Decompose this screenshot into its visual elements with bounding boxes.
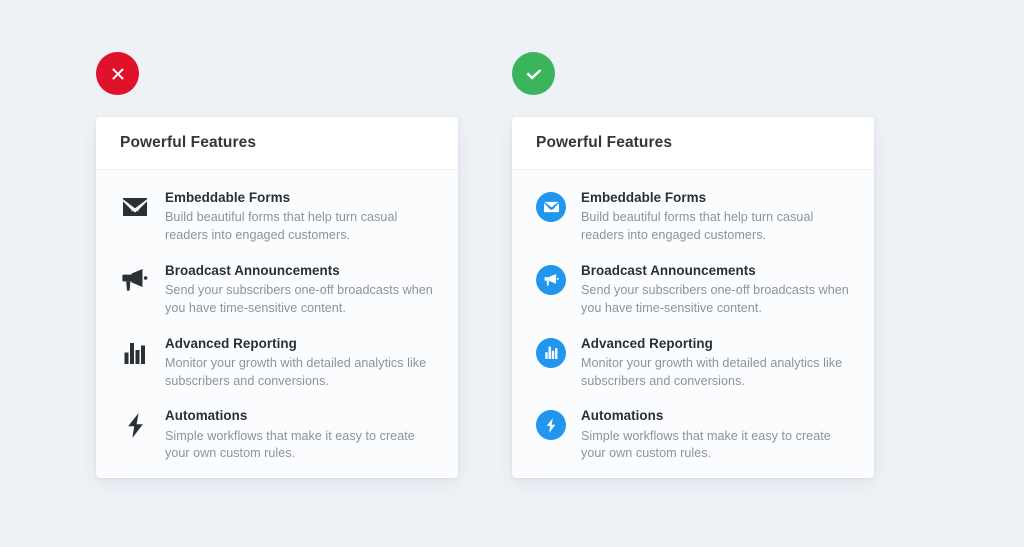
feature-item: Automations Simple workflows that make i…: [536, 408, 852, 463]
comparison-stage: Powerful Features Embeddable Forms Build…: [0, 0, 1024, 547]
feature-text: Embeddable Forms Build beautiful forms t…: [581, 190, 852, 245]
card-title: Powerful Features: [536, 134, 673, 151]
card-header: Powerful Features: [96, 117, 458, 170]
megaphone-icon: [536, 264, 566, 295]
feature-description: Build beautiful forms that help turn cas…: [581, 210, 814, 242]
megaphone-icon: [120, 265, 150, 295]
feature-title: Embeddable Forms: [581, 190, 707, 205]
feature-item: Automations Simple workflows that make i…: [120, 408, 436, 463]
feature-description: Monitor your growth with detailed analyt…: [165, 355, 427, 388]
feature-item: Advanced Reporting Monitor your growth w…: [120, 336, 436, 391]
feature-title: Advanced Reporting: [165, 335, 297, 351]
feature-description: Send your subscribers one-off broadcasts…: [581, 282, 849, 315]
feature-title: Automations: [581, 408, 664, 424]
feature-title: Broadcast Announcements: [165, 262, 340, 278]
feature-card-right: Powerful Features Embeddable Forms Build…: [512, 117, 874, 478]
feature-text: Advanced Reporting Monitor your growth w…: [165, 336, 436, 391]
feature-title: Advanced Reporting: [581, 335, 713, 351]
feature-item: Broadcast Announcements Send your subscr…: [536, 263, 852, 318]
feature-description: Simple workflows that make it easy to cr…: [165, 428, 415, 461]
feature-description: Simple workflows that make it easy to cr…: [581, 428, 831, 461]
feature-card-left: Powerful Features Embeddable Forms Build…: [96, 117, 458, 478]
lightning-bolt-icon: [120, 410, 150, 440]
feature-item: Advanced Reporting Monitor your growth w…: [536, 336, 852, 391]
feature-text: Automations Simple workflows that make i…: [581, 408, 852, 463]
feature-text: Automations Simple workflows that make i…: [165, 408, 436, 463]
lightning-bolt-icon: [536, 410, 566, 441]
feature-text: Advanced Reporting Monitor your growth w…: [581, 336, 852, 391]
card-title: Powerful Features: [120, 134, 257, 151]
card-body: Embeddable Forms Build beautiful forms t…: [96, 170, 458, 477]
feature-description: Build beautiful forms that help turn cas…: [165, 210, 398, 242]
bar-chart-icon: [120, 338, 150, 368]
bar-chart-icon: [536, 337, 566, 368]
panel-right: Powerful Features Embeddable Forms Build…: [512, 0, 874, 547]
status-badge-error: [96, 52, 139, 95]
feature-text: Broadcast Announcements Send your subscr…: [581, 263, 852, 318]
feature-text: Embeddable Forms Build beautiful forms t…: [165, 190, 436, 245]
check-circle-icon: [524, 64, 544, 84]
status-badge-success: [512, 52, 555, 95]
card-body: Embeddable Forms Build beautiful forms t…: [512, 170, 874, 477]
panel-left: Powerful Features Embeddable Forms Build…: [96, 0, 458, 547]
feature-item: Broadcast Announcements Send your subscr…: [120, 263, 436, 318]
feature-description: Send your subscribers one-off broadcasts…: [165, 282, 433, 315]
feature-text: Broadcast Announcements Send your subscr…: [165, 263, 436, 318]
envelope-icon: [120, 192, 150, 222]
cross-circle-icon: [109, 65, 127, 83]
feature-title: Automations: [165, 408, 248, 424]
feature-item: Embeddable Forms Build beautiful forms t…: [536, 190, 852, 245]
feature-title: Broadcast Announcements: [581, 262, 756, 278]
feature-item: Embeddable Forms Build beautiful forms t…: [120, 190, 436, 245]
feature-title: Embeddable Forms: [165, 190, 291, 205]
feature-description: Monitor your growth with detailed analyt…: [581, 355, 843, 388]
card-header: Powerful Features: [512, 117, 874, 170]
envelope-icon: [536, 192, 566, 222]
